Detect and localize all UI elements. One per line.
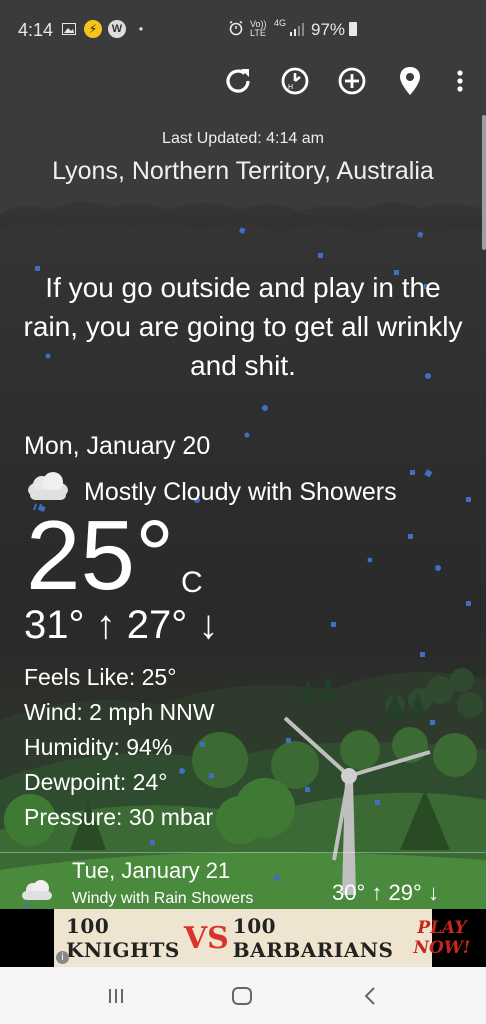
down-arrow-icon: ↓ [198,603,219,647]
ad-banner[interactable]: 100 KNIGHTS VS 100 BARBARIANS PLAY NOW! [54,909,470,967]
ad-vs: VS [183,920,229,956]
status-bar: 4:14 ⚡ W • Vo)) LTE 4G 97% [0,0,486,56]
ad-play-now-button[interactable]: PLAY NOW! [413,918,470,958]
today-date: Mon, January 20 [24,432,211,460]
refresh-icon[interactable] [221,64,255,98]
back-icon[interactable] [355,983,385,1009]
ad-divider [394,912,409,964]
w-app-icon: W [108,20,126,38]
navigation-bar [0,967,486,1024]
up-arrow-icon: ↑ [371,880,383,905]
history-icon[interactable]: H [278,64,312,98]
down-arrow-icon: ↓ [427,880,439,905]
tomorrow-high-low: 30° ↑ 29° ↓ [332,880,439,906]
feels-like: Feels Like: 25° [24,664,177,690]
dewpoint: Dewpoint: 24° [24,769,168,795]
ad-banner-container: 100 KNIGHTS VS 100 BARBARIANS PLAY NOW! … [0,909,486,967]
bolt-icon: ⚡ [84,20,102,38]
status-time: 4:14 [18,20,54,40]
battery-percent: 97% [311,20,346,39]
home-icon[interactable] [227,983,257,1009]
up-arrow-icon: ↑ [95,603,116,647]
location-pin-icon[interactable] [393,64,427,98]
battery-icon [349,22,357,36]
dot-icon: • [138,22,144,36]
tomorrow-date[interactable]: Tue, January 21 [72,858,230,884]
today-high: 31° [24,603,85,647]
signal-icon [289,22,305,41]
tomorrow-low: 29° [388,880,422,905]
gallery-icon [60,20,78,38]
tomorrow-condition: Windy with Rain Showers [72,890,254,907]
alarm-icon [228,20,244,41]
recents-icon[interactable] [101,983,131,1009]
more-vert-icon[interactable] [443,64,477,98]
today-high-low: 31° ↑ 27° ↓ [24,603,218,648]
volte-label: Vo)) LTE [250,19,267,38]
tomorrow-high: 30° [332,880,366,905]
weather-quote: If you go outside and play in the rain, … [23,272,463,381]
svg-text:H: H [288,84,293,91]
add-location-icon[interactable] [335,64,369,98]
temperature-unit: C [181,566,203,599]
forecast-divider [0,852,486,853]
pressure: Pressure: 30 mbar [24,804,214,830]
humidity: Humidity: 94% [24,734,173,760]
ad-text-knights: 100 KNIGHTS [66,914,180,962]
location-name[interactable]: Lyons, Northern Territory, Australia [0,157,486,186]
last-updated: Last Updated: 4:14 am [162,130,324,147]
ad-text-barbarians: 100 BARBARIANS [232,914,394,962]
wind: Wind: 2 mph NNW [24,699,215,725]
network-label: 4G [274,18,287,28]
today-low: 27° [126,603,188,647]
current-temperature: 25° [26,500,175,610]
notification-icons: ⚡ W • [60,20,150,38]
ad-info-icon[interactable]: i [56,951,69,964]
today-details: Feels Like: 25° Wind: 2 mph NNW Humidity… [24,660,214,835]
